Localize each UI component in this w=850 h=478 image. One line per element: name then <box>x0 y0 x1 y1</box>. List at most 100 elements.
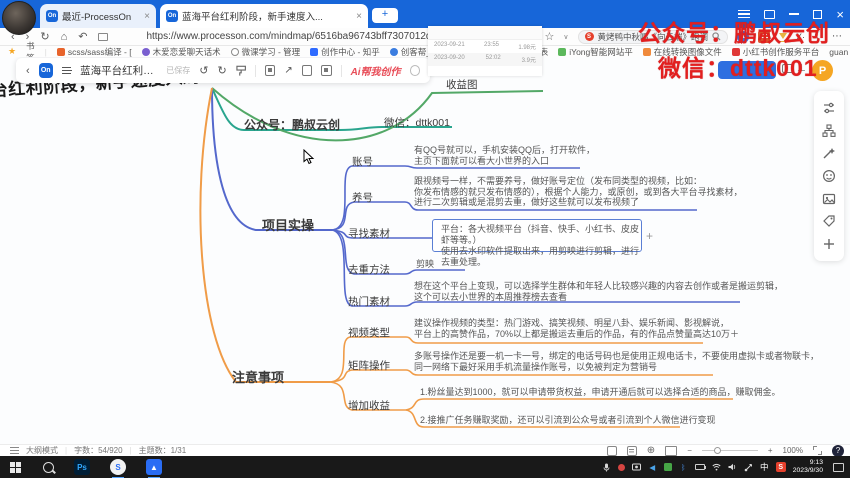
mindmap-canvas[interactable]: 蓝海平台红利阶段，新手速度入局 公众号：鹏叔云创 微信：dttk001 收益图 … <box>0 57 850 444</box>
blue-app-icon[interactable]: ▲ <box>146 459 162 475</box>
fullscreen-icon[interactable] <box>813 446 822 455</box>
outline-mode-icon[interactable] <box>10 447 19 454</box>
add-node-icon[interactable]: + <box>646 229 653 243</box>
zoom-out-icon[interactable]: − <box>687 446 692 455</box>
battery-icon[interactable] <box>695 464 705 470</box>
node-leixing[interactable]: 视频类型 <box>348 325 390 340</box>
zoom-in-icon[interactable]: + <box>768 446 773 455</box>
bluetooth-tray-icon[interactable]: ᛒ <box>679 463 688 472</box>
sogou-input-icon[interactable]: S <box>776 462 786 472</box>
leaf-yanghao[interactable]: 跟视频号一样，不需要养号，做好账号定位（发布同类型的视频，比如： 你发布情感的就… <box>414 176 743 208</box>
leaf-zhanghao[interactable]: 有QQ号就可以，手机安装QQ后，打开软件， 主页下面就可以看大小世界的入口 <box>414 145 595 166</box>
leaf-quchong[interactable]: 剪映 <box>416 259 434 270</box>
node-zhanghao[interactable]: 账号 <box>352 154 373 169</box>
browser-profile-avatar[interactable] <box>2 1 36 35</box>
photoshop-icon[interactable]: Ps <box>74 459 90 475</box>
taskbar-clock[interactable]: 9:13 2023/9/30 <box>793 459 823 475</box>
undo-nav-icon[interactable]: ↶ <box>78 30 87 43</box>
bookmark-item[interactable]: 创作中心 - 知乎 <box>310 46 380 58</box>
more-icon[interactable]: ⋯ <box>832 31 842 42</box>
wifi-icon[interactable] <box>712 463 721 472</box>
node-shouyi[interactable]: 增加收益 <box>348 398 390 413</box>
document-title[interactable]: 蓝海平台红利阶... <box>80 63 157 78</box>
tag-icon[interactable] <box>822 214 836 228</box>
menu-icon[interactable] <box>62 67 71 74</box>
emoji-icon[interactable] <box>822 169 836 183</box>
back-icon[interactable]: ‹ <box>26 65 30 77</box>
chevron-down-icon[interactable]: ∨ <box>563 33 568 41</box>
help-button[interactable]: ? <box>832 445 844 457</box>
usb-tray-icon[interactable] <box>744 463 753 472</box>
new-tab-button[interactable]: + <box>372 8 398 23</box>
node-juzhen[interactable]: 矩阵操作 <box>348 358 390 373</box>
bookmark-star-icon[interactable]: ★ <box>8 46 16 57</box>
close-icon[interactable]: × <box>356 11 362 22</box>
income-row: 2023-09-21 23:55 1.98元 <box>428 40 542 53</box>
star-icon[interactable]: ☆ <box>545 30 555 43</box>
home-icon[interactable]: ⌂ <box>61 31 68 43</box>
bookmark-item[interactable]: iYong智能网站平 <box>558 46 632 58</box>
minimap-icon[interactable] <box>665 446 677 456</box>
node-yanghao[interactable]: 养号 <box>352 190 373 205</box>
ai-create-button[interactable]: Ai帮我创作 <box>351 63 401 78</box>
arrow-tool-icon[interactable]: ↗ <box>284 65 292 76</box>
zoom-slider[interactable] <box>702 450 758 452</box>
bookmark-item[interactable]: 木爱恋爱聊天话术 <box>142 46 221 58</box>
income-table-image[interactable]: 2023-09-21 23:55 1.98元 2023-09-20 52:02 … <box>428 26 542 76</box>
leaf-leixing[interactable]: 建议操作视频的类型：热门游戏、搞笑视频、明星八卦、娱乐新闻、影视解说， 平台上的… <box>414 318 739 339</box>
leaf-remen[interactable]: 想在这个平台上变现，可以选择学生群体和年轻人比较感兴趣的内容去创作或者是搬运剪辑… <box>414 281 783 302</box>
zoom-slider-knob[interactable] <box>714 447 721 454</box>
node-notes[interactable]: 注意事项 <box>232 367 284 386</box>
zoom-level[interactable]: 100% <box>783 446 803 455</box>
node-quchong[interactable]: 去重方法 <box>348 262 390 277</box>
mic-icon[interactable] <box>602 463 611 472</box>
bookmark-item[interactable]: 微课学习 - 管理 <box>231 46 301 58</box>
close-icon[interactable]: × <box>144 11 150 22</box>
screenshot-tray-icon[interactable] <box>632 463 641 472</box>
focus-mode-icon[interactable] <box>321 65 331 76</box>
leaf-shouyi-2[interactable]: 2.接推广任务赚取奖励，还可以引流到公众号或者引流到个人微信进行变现 <box>420 415 716 426</box>
start-button[interactable] <box>10 462 21 473</box>
leaf-sucai-box[interactable]: 平台：各大视频平台（抖音、快手、小红书、皮皮虾等等。） 使用去水印软件提取出来，… <box>432 219 642 252</box>
grid-icon[interactable] <box>627 446 637 456</box>
leaf-shouyi-1[interactable]: 1.粉丝量达到1000，就可以申请带货权益，申请开通后就可以选择合适的商品，赚取… <box>420 387 781 398</box>
outline-mode-label[interactable]: 大纲模式 <box>26 445 58 456</box>
red-app-tray-icon[interactable] <box>618 464 625 471</box>
bookmark-item[interactable]: guan <box>829 47 848 57</box>
browser-tab-mindmap[interactable]: On 蓝海平台红利阶段，新手速度入... × <box>160 4 368 28</box>
node-weixin[interactable]: 微信：dttk001 <box>384 115 450 130</box>
telegram-tray-icon[interactable]: ◀ <box>648 463 657 472</box>
structure-layout-icon[interactable] <box>822 124 836 138</box>
theme-wand-icon[interactable] <box>822 146 836 160</box>
url-bar[interactable]: https://www.processon.com/mindmap/6516ba… <box>146 31 442 42</box>
leaf-juzhen[interactable]: 多账号操作还是要一机一卡一号，绑定的电话号码也是使用正规电话卡，不要使用虚拟卡或… <box>414 351 819 372</box>
node-income[interactable]: 收益图 <box>446 77 478 92</box>
structure-icon[interactable] <box>302 65 312 76</box>
bookmark-item[interactable]: scss/sass编译 - [ <box>57 46 132 58</box>
taskbar-search-icon[interactable] <box>43 462 54 473</box>
defender-tray-icon[interactable] <box>664 463 672 471</box>
redo-icon[interactable]: ↻ <box>217 64 226 77</box>
relation-line-icon[interactable] <box>265 65 275 76</box>
node-remen[interactable]: 热门素材 <box>348 294 390 309</box>
node-sucai[interactable]: 寻找素材 <box>348 226 390 241</box>
input-method-indicator[interactable]: 中 <box>760 463 769 472</box>
feedback-icon[interactable] <box>410 65 420 76</box>
image-icon[interactable] <box>822 192 836 206</box>
volume-icon[interactable] <box>728 463 737 472</box>
style-sliders-icon[interactable] <box>822 101 836 115</box>
locate-center-icon[interactable]: ⊕ <box>647 445 655 456</box>
undo-icon[interactable]: ↺ <box>199 64 208 77</box>
node-ops[interactable]: 项目实操 <box>262 215 314 234</box>
more-tools-icon[interactable] <box>822 237 836 251</box>
format-painter-icon[interactable] <box>236 65 246 76</box>
notification-center-icon[interactable] <box>833 463 844 472</box>
node-gongzhonghao[interactable]: 公众号：鹏叔云创 <box>244 116 340 133</box>
close-window-button[interactable]: × <box>836 8 844 21</box>
refresh-icon[interactable]: ↻ <box>40 30 49 43</box>
reading-mode-icon[interactable] <box>98 33 108 41</box>
processon-logo[interactable]: On <box>39 63 53 78</box>
sogou-browser-icon[interactable]: S <box>110 459 126 475</box>
layout-icon[interactable] <box>607 446 617 456</box>
browser-tab-recent[interactable]: On 最近-ProcessOn × <box>40 4 156 28</box>
